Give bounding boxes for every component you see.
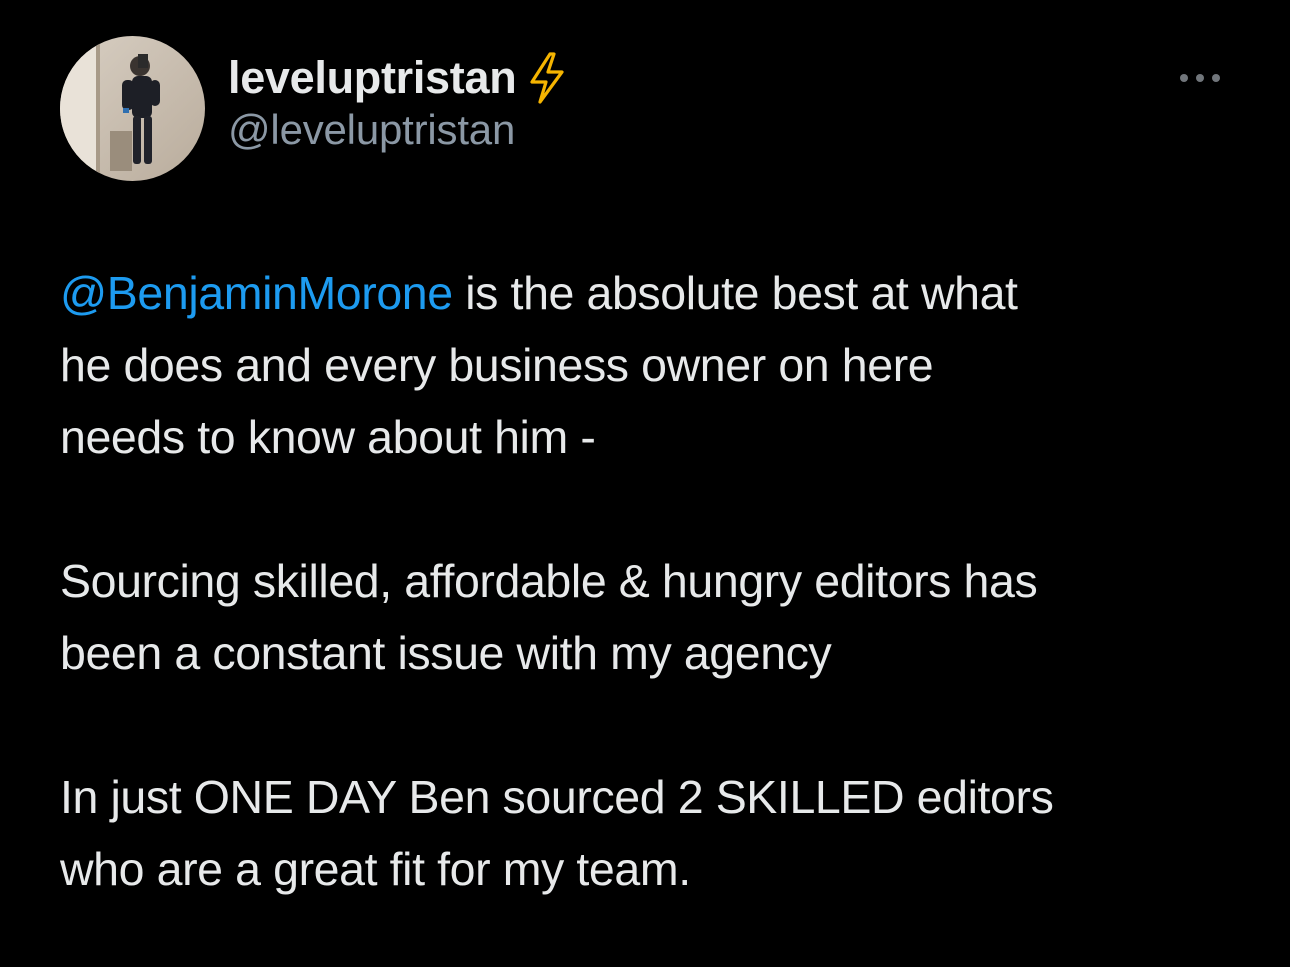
tweet-line-text: is the absolute best at what (452, 267, 1018, 319)
tweet-paragraph-3: In just ONE DAY Ben sourced 2 SKILLED ed… (60, 761, 1240, 905)
author-handle[interactable]: @leveluptristan (228, 106, 568, 154)
author-display-name[interactable]: leveluptristan (228, 52, 517, 104)
display-name-row: leveluptristan (228, 50, 568, 106)
tweet-line: he does and every business owner on here (60, 339, 934, 391)
tweet-line: needs to know about him - (60, 411, 596, 463)
tweet-paragraph-1: @BenjaminMorone is the absolute best at … (60, 257, 1240, 473)
tweet-line: been a constant issue with my agency (60, 627, 832, 679)
tweet-paragraph-2: Sourcing skilled, affordable & hungry ed… (60, 545, 1240, 689)
tweet-header: leveluptristan @leveluptristan (60, 36, 1230, 181)
avatar-photo (60, 36, 205, 181)
tweet-line: In just ONE DAY Ben sourced 2 SKILLED ed… (60, 771, 1054, 823)
lightning-bolt-icon (526, 52, 568, 104)
more-options-button[interactable] (1170, 60, 1230, 100)
author-names: leveluptristan @leveluptristan (228, 50, 568, 154)
tweet-line: @BenjaminMorone is the absolute best at … (60, 257, 1240, 329)
mention-link[interactable]: @BenjaminMorone (60, 267, 453, 319)
more-options-icon (1178, 71, 1222, 89)
tweet-body: @BenjaminMorone is the absolute best at … (60, 257, 1240, 905)
author-avatar[interactable] (60, 36, 205, 181)
tweet-line: who are a great fit for my team. (60, 843, 691, 895)
tweet-line: Sourcing skilled, affordable & hungry ed… (60, 555, 1038, 607)
